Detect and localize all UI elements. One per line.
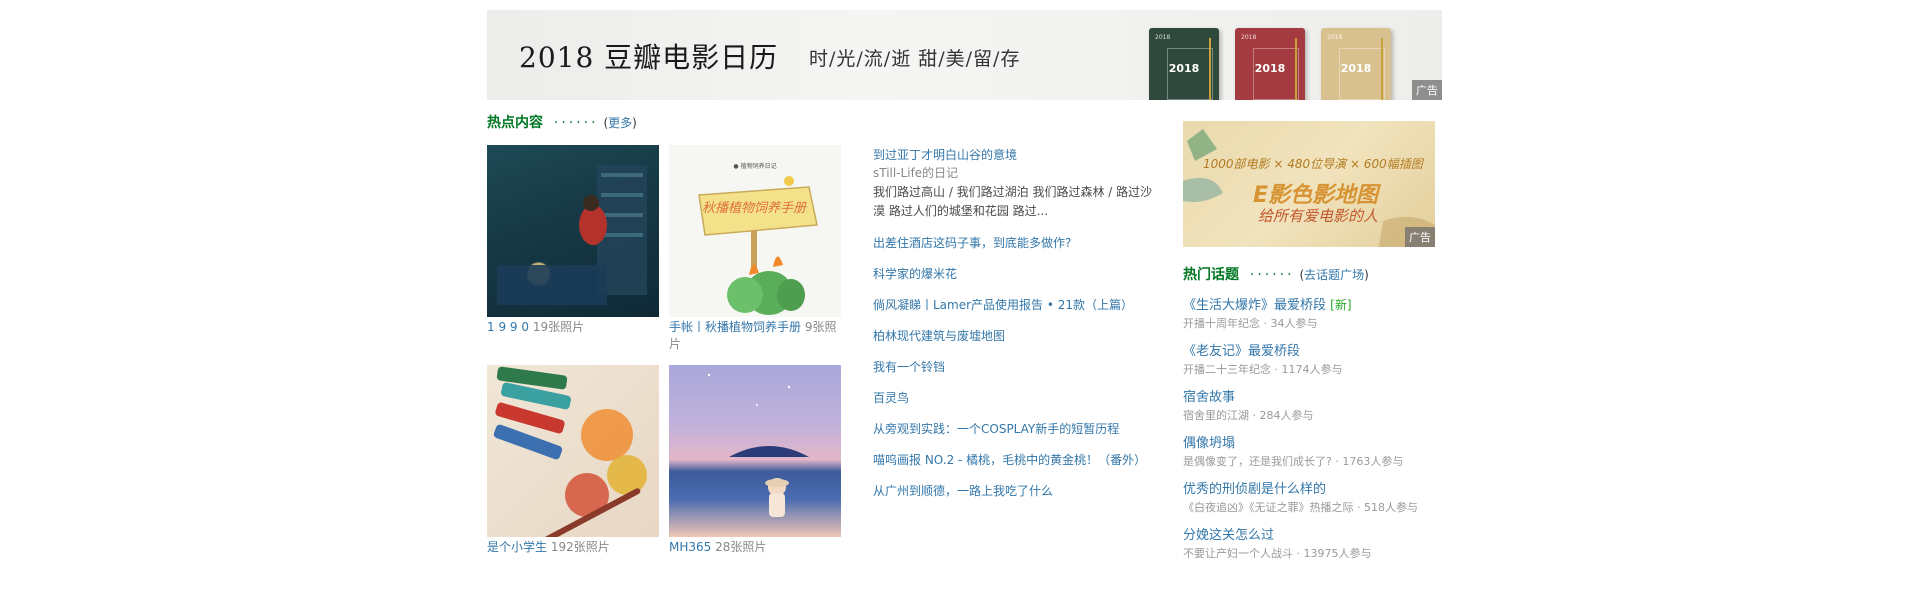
topic-meta: 是偶像变了，还是我们成长了? · 1763人参与 xyxy=(1183,455,1404,468)
album-item: MH365 28张照片 xyxy=(669,365,841,556)
album-item: ● 植物饲养日记 秋播植物饲养手册 手帐丨秋播植物饲养手册 9张照片 xyxy=(669,145,841,353)
new-badge: [新] xyxy=(1330,298,1352,312)
article-title[interactable]: 科学家的爆米花 xyxy=(873,267,957,281)
topic-meta: 宿舍里的江湖 · 284人参与 xyxy=(1183,409,1314,422)
side-ad-line1: 1000部电影 × 480位导演 × 600幅插图 xyxy=(1203,157,1423,171)
topic-title[interactable]: 《生活大爆炸》最爱桥段 xyxy=(1183,298,1326,313)
hot-content-title: 热点内容 xyxy=(487,115,543,131)
article-title[interactable]: 百灵鸟 xyxy=(873,391,909,405)
topic-item: 《生活大爆炸》最爱桥段 [新] 开播十周年纪念 · 34人参与 xyxy=(1183,296,1453,333)
calendar-book-green: 2018 2018 xyxy=(1149,28,1219,100)
article-item: 柏林现代建筑与废墟地图 xyxy=(873,327,1153,345)
article-item: 出差住酒店这码子事，到底能多做作? xyxy=(873,234,1153,252)
hot-topics-header: 热门话题 ······ (去话题广场) xyxy=(1183,267,1369,283)
article-item: 从广州到顺德，一路上我吃了什么 xyxy=(873,482,1153,500)
topic-item: 偶像坍塌 是偶像变了，还是我们成长了? · 1763人参与 xyxy=(1183,435,1453,471)
topic-title[interactable]: 宿舍故事 xyxy=(1183,390,1235,405)
article-item: 我有一个铃铛 xyxy=(873,358,1153,376)
ad-label: 广告 xyxy=(1405,227,1435,247)
album-thumb-mh365[interactable] xyxy=(669,365,841,537)
article-title[interactable]: 到过亚丁才明白山谷的意境 xyxy=(873,148,1017,162)
calendar-book-beige: 2018 2018 xyxy=(1321,28,1391,100)
topic-title[interactable]: 优秀的刑侦剧是什么样的 xyxy=(1183,482,1326,497)
hot-content-header: 热点内容 ······ (更多) xyxy=(487,115,637,131)
album-item: 是个小学生 192张照片 xyxy=(487,365,659,556)
ad-label: 广告 xyxy=(1412,80,1442,100)
album-thumb-paint[interactable] xyxy=(487,365,659,537)
article-item: 喵呜画报 NO.2 - 橘桃，毛桃中的黄金桃！（番外） xyxy=(873,451,1153,469)
topic-item: 《老友记》最爱桥段 开播二十三年纪念 · 1174人参与 xyxy=(1183,343,1453,379)
album-thumb-1990[interactable] xyxy=(487,145,659,317)
album-name[interactable]: 是个小学生 xyxy=(487,540,547,554)
hot-articles-list: 到过亚丁才明白山谷的意境 sTill-Life的日记 我们路过高山 / 我们路过… xyxy=(873,146,1153,513)
article-item: 从旁观到实践：一个COSPLAY新手的短暂历程 xyxy=(873,420,1153,438)
article-item: 到过亚丁才明白山谷的意境 sTill-Life的日记 我们路过高山 / 我们路过… xyxy=(873,146,1153,221)
article-title[interactable]: 从广州到顺德，一路上我吃了什么 xyxy=(873,484,1053,498)
title-dots: ······ xyxy=(1249,267,1295,283)
hot-topics-title: 热门话题 xyxy=(1183,267,1239,283)
article-item: 科学家的爆米花 xyxy=(873,265,1153,283)
top-banner-ad[interactable]: 2018 豆瓣电影日历 时/光/流/逝 甜/美/留/存 2018 2018 20… xyxy=(487,10,1442,100)
topic-item: 宿舍故事 宿舍里的江湖 · 284人参与 xyxy=(1183,389,1453,425)
album-name[interactable]: 手帐丨秋播植物饲养手册 xyxy=(669,320,801,334)
topic-title[interactable]: 分娩这关怎么过 xyxy=(1183,528,1274,543)
album-photo-count: 19张照片 xyxy=(532,320,585,334)
article-title[interactable]: 我有一个铃铛 xyxy=(873,360,945,374)
album-thumb-plant[interactable]: ● 植物饲养日记 秋播植物饲养手册 xyxy=(669,145,841,317)
banner-slogan: 时/光/流/逝 甜/美/留/存 xyxy=(809,48,1021,70)
title-dots: ······ xyxy=(553,115,599,131)
article-item: 百灵鸟 xyxy=(873,389,1153,407)
article-title[interactable]: 柏林现代建筑与废墟地图 xyxy=(873,329,1005,343)
topic-meta: 《白夜追凶》《无证之罪》热播之际 · 518人参与 xyxy=(1183,501,1418,514)
topic-meta: 不要让产妇一个人战斗 · 13975人参与 xyxy=(1183,547,1372,560)
article-title[interactable]: 出差住酒店这码子事，到底能多做作? xyxy=(873,236,1071,250)
hot-topics-list: 《生活大爆炸》最爱桥段 [新] 开播十周年纪念 · 34人参与 《老友记》最爱桥… xyxy=(1183,296,1453,573)
article-title[interactable]: 喵呜画报 NO.2 - 橘桃，毛桃中的黄金桃！（番外） xyxy=(873,453,1146,467)
topic-title[interactable]: 《老友记》最爱桥段 xyxy=(1183,344,1300,359)
article-title[interactable]: 倘风凝睇丨Lamer产品使用报告 • 21款（上篇） xyxy=(873,298,1133,312)
side-ad-line2: 给所有爱电影的人 xyxy=(1258,207,1379,225)
calendar-book-red: 2018 2018 xyxy=(1235,28,1305,100)
album-name[interactable]: 1 9 9 0 xyxy=(487,320,529,334)
album-photo-count: 28张照片 xyxy=(715,540,767,554)
album-photo-count: 192张照片 xyxy=(550,540,610,554)
topic-item: 优秀的刑侦剧是什么样的 《白夜追凶》《无证之罪》热播之际 · 518人参与 xyxy=(1183,481,1453,517)
article-title[interactable]: 从旁观到实践：一个COSPLAY新手的短暂历程 xyxy=(873,422,1119,436)
topic-item: 分娩这关怎么过 不要让产妇一个人战斗 · 13975人参与 xyxy=(1183,527,1453,563)
topic-meta: 开播十周年纪念 · 34人参与 xyxy=(1183,317,1318,330)
topic-square-link[interactable]: 去话题广场 xyxy=(1304,268,1364,282)
side-banner-ad[interactable]: 1000部电影 × 480位导演 × 600幅插图 E影色影地图 给所有爱电影的… xyxy=(1183,121,1435,247)
topic-title[interactable]: 偶像坍塌 xyxy=(1183,436,1235,451)
article-summary: 我们路过高山 / 我们路过湖泊 我们路过森林 / 路过沙漠 路过人们的城堡和花园… xyxy=(873,185,1153,218)
banner-title: 2018 豆瓣电影日历 xyxy=(519,41,779,74)
thumb-handwritten-title: 秋播植物饲养手册 xyxy=(701,201,806,216)
album-item: 1 9 9 0 19张照片 xyxy=(487,145,659,336)
article-item: 倘风凝睇丨Lamer产品使用报告 • 21款（上篇） xyxy=(873,296,1153,314)
album-name[interactable]: MH365 xyxy=(669,540,711,554)
hot-more-link[interactable]: 更多 xyxy=(608,116,632,130)
topic-meta: 开播二十三年纪念 · 1174人参与 xyxy=(1183,363,1343,376)
article-author: sTill-Life的日记 xyxy=(873,166,959,180)
